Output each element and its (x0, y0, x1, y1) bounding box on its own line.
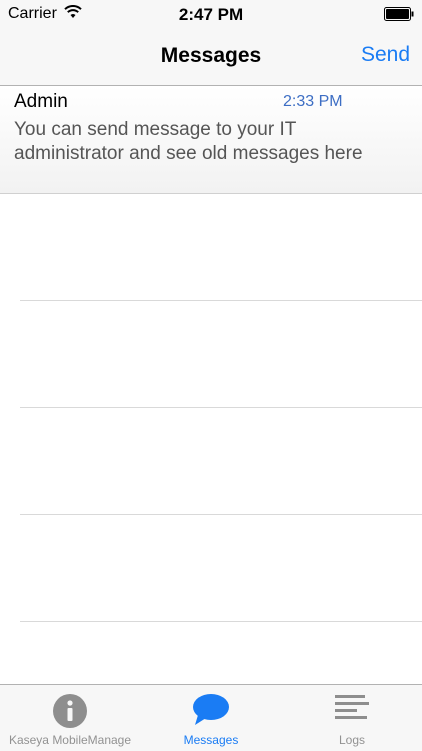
message-list-empty-rows (0, 194, 422, 622)
tab-label: Kaseya MobileManage (8, 733, 132, 747)
empty-row (20, 515, 422, 622)
empty-row (20, 408, 422, 515)
status-bar: Carrier 2:47 PM (0, 0, 422, 30)
info-icon (53, 694, 87, 728)
tab-bar: Kaseya MobileManage Messages Logs (0, 684, 422, 751)
send-button[interactable]: Send (361, 43, 410, 67)
message-sender: Admin (14, 91, 68, 112)
page-title: Messages (160, 44, 262, 67)
list-lines-icon (335, 695, 369, 719)
message-time: 2:33 PM (283, 93, 343, 110)
message-body: You can send message to your IT administ… (14, 119, 363, 164)
status-time: 2:47 PM (178, 5, 244, 24)
tab-kaseya-mobilemanage[interactable]: Kaseya MobileManage (0, 685, 140, 751)
tab-label: Logs (338, 733, 366, 747)
tab-messages[interactable]: Messages (141, 685, 281, 751)
empty-row (20, 301, 422, 408)
battery-icon (384, 7, 414, 21)
navigation-bar: Messages Send (0, 30, 422, 86)
chat-bubble-icon (193, 694, 229, 725)
message-row[interactable]: Admin 2:33 PM You can send message to yo… (0, 86, 422, 194)
empty-row (20, 194, 422, 301)
tab-logs[interactable]: Logs (282, 685, 422, 751)
tab-label: Messages (183, 733, 239, 747)
